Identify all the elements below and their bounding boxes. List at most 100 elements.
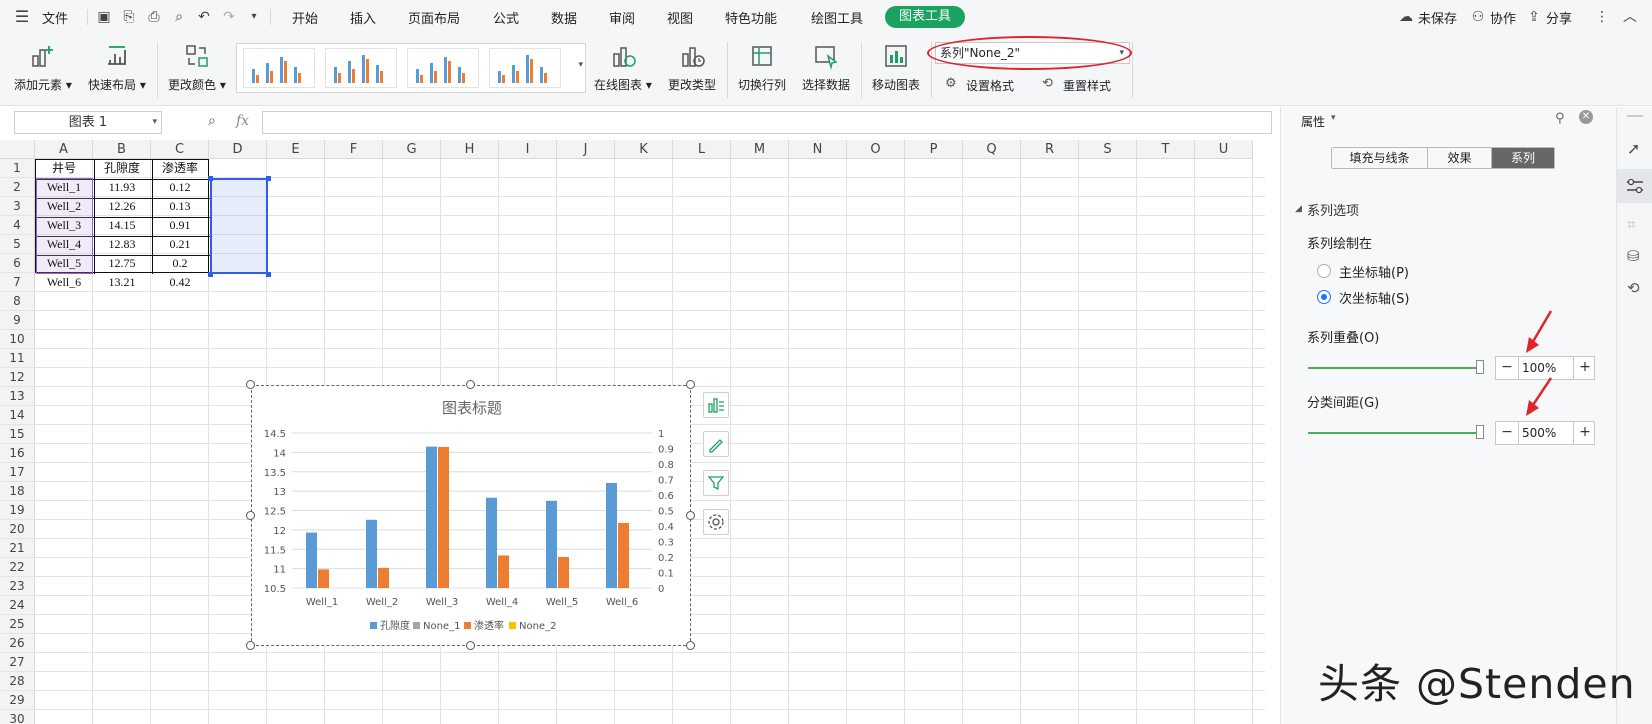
x-tick-label[interactable]: Well_1 xyxy=(306,597,338,608)
row-header-15[interactable]: 15 xyxy=(0,425,35,444)
table-cell[interactable]: 0.2 xyxy=(151,254,209,273)
pane-title[interactable]: 属性 xyxy=(1301,113,1325,130)
chart-object[interactable]: 图表标题 10.5 11 11.5 12 12.5 13 13.5 14 14.5 0 0.1 0.2 0… xyxy=(251,385,691,646)
table-cell[interactable]: 0.42 xyxy=(151,273,209,292)
overlap-slider-track[interactable] xyxy=(1308,367,1484,369)
chart-style-thumb-1[interactable] xyxy=(243,48,315,88)
column-header-e[interactable]: E xyxy=(267,140,325,159)
change-type-button[interactable]: 更改类型 xyxy=(668,42,716,93)
y2-tick-label[interactable]: 0.2 xyxy=(658,553,674,564)
table-cell[interactable]: 11.93 xyxy=(93,178,151,197)
tab-view[interactable]: 视图 xyxy=(667,8,693,27)
row-header-17[interactable]: 17 xyxy=(0,463,35,482)
column-header-h[interactable]: H xyxy=(441,140,499,159)
column-header-s[interactable]: S xyxy=(1079,140,1137,159)
row-header-24[interactable]: 24 xyxy=(0,596,35,615)
y2-tick-label[interactable]: 0.1 xyxy=(658,569,674,580)
properties-tool-active[interactable] xyxy=(1617,169,1652,203)
bar-permeability[interactable] xyxy=(438,446,449,588)
history-icon[interactable]: ⟲ xyxy=(1627,279,1640,297)
export-icon[interactable]: ⎘ xyxy=(121,9,137,25)
y2-tick-label[interactable]: 0.8 xyxy=(658,460,674,471)
legend-swatch[interactable] xyxy=(370,622,377,629)
tab-page-layout[interactable]: 页面布局 xyxy=(408,8,460,27)
reset-style-button[interactable]: 重置样式 xyxy=(1063,77,1111,94)
chevron-down-icon[interactable]: ▾ xyxy=(1331,113,1336,123)
resize-handle[interactable] xyxy=(246,511,255,520)
section-series-options[interactable]: 系列选项 xyxy=(1307,200,1359,219)
fx-icon[interactable]: fx xyxy=(236,113,249,129)
row-header-2[interactable]: 2 xyxy=(0,178,35,197)
tab-insert[interactable]: 插入 xyxy=(350,8,376,27)
column-header-r[interactable]: R xyxy=(1021,140,1079,159)
table-cell[interactable]: Well_3 xyxy=(35,216,93,235)
y2-tick-label[interactable]: 0.5 xyxy=(658,507,674,518)
increment-button[interactable]: + xyxy=(1574,357,1596,379)
row-header-5[interactable]: 5 xyxy=(0,235,35,254)
formula-input[interactable] xyxy=(262,111,1272,134)
row-header-28[interactable]: 28 xyxy=(0,672,35,691)
change-color-button[interactable]: 更改颜色 ▾ xyxy=(168,42,226,93)
y-tick-label[interactable]: 10.5 xyxy=(264,584,286,595)
resize-handle[interactable] xyxy=(466,380,475,389)
x-tick-label[interactable]: Well_4 xyxy=(486,597,518,608)
column-header-b[interactable]: B xyxy=(93,140,151,159)
print-icon[interactable]: ⎙ xyxy=(146,9,162,25)
row-header-13[interactable]: 13 xyxy=(0,387,35,406)
table-header-cell[interactable]: 井号 xyxy=(35,159,93,178)
primary-axis-label[interactable]: 主坐标轴(P) xyxy=(1339,262,1409,281)
tab-series[interactable]: 系列 xyxy=(1492,148,1554,168)
collab-button[interactable]: 协作 xyxy=(1490,8,1516,27)
table-cell[interactable]: 14.15 xyxy=(93,216,151,235)
y2-tick-label[interactable]: 0.3 xyxy=(658,538,674,549)
range-handle[interactable] xyxy=(266,272,271,277)
collapse-ribbon-icon[interactable]: ︿ xyxy=(1622,9,1638,25)
tab-home[interactable]: 开始 xyxy=(292,8,318,27)
y2-tick-label[interactable]: 0.4 xyxy=(658,522,674,533)
row-header-14[interactable]: 14 xyxy=(0,406,35,425)
bar-permeability[interactable] xyxy=(318,569,329,588)
overlap-slider-thumb[interactable] xyxy=(1476,360,1484,374)
table-cell[interactable]: 0.12 xyxy=(151,178,209,197)
row-header-6[interactable]: 6 xyxy=(0,254,35,273)
chart-style-thumb-2[interactable] xyxy=(325,48,397,88)
secondary-axis-label[interactable]: 次坐标轴(S) xyxy=(1339,288,1409,307)
resize-handle[interactable] xyxy=(686,641,695,650)
bar-porosity[interactable] xyxy=(546,500,557,588)
column-header-j[interactable]: J xyxy=(557,140,615,159)
undo-icon[interactable]: ↶ xyxy=(196,9,212,25)
bar-porosity[interactable] xyxy=(366,519,377,588)
row-header-20[interactable]: 20 xyxy=(0,520,35,539)
redo-icon[interactable]: ↷ xyxy=(221,9,237,25)
more-icon[interactable]: ⋮ xyxy=(1594,9,1610,25)
row-header-26[interactable]: 26 xyxy=(0,634,35,653)
bar-permeability[interactable] xyxy=(618,522,629,588)
gap-slider-track[interactable] xyxy=(1308,432,1484,434)
quick-layout-button[interactable]: 快速布局 ▾ xyxy=(88,42,146,93)
x-tick-label[interactable]: Well_3 xyxy=(426,597,458,608)
legend-entry[interactable]: 孔隙度 xyxy=(380,619,410,632)
bar-porosity[interactable] xyxy=(606,482,617,588)
crop-icon[interactable]: ⌗ xyxy=(1627,215,1635,233)
add-element-button[interactable]: 添加元素 ▾ xyxy=(14,42,72,93)
hamburger-menu-icon[interactable]: ☰ xyxy=(14,9,30,25)
close-icon[interactable]: ✕ xyxy=(1579,110,1593,124)
row-header-12[interactable]: 12 xyxy=(0,368,35,387)
row-header-18[interactable]: 18 xyxy=(0,482,35,501)
column-header-n[interactable]: N xyxy=(789,140,847,159)
x-tick-label[interactable]: Well_2 xyxy=(366,597,398,608)
column-header-d[interactable]: D xyxy=(209,140,267,159)
tab-formula[interactable]: 公式 xyxy=(493,8,519,27)
row-header-16[interactable]: 16 xyxy=(0,444,35,463)
chart-filter-button[interactable] xyxy=(703,470,729,496)
table-cell[interactable]: Well_6 xyxy=(35,273,93,292)
row-header-9[interactable]: 9 xyxy=(0,311,35,330)
decrement-button[interactable]: − xyxy=(1496,422,1518,444)
chart-style-thumb-4[interactable] xyxy=(489,48,561,88)
online-chart-button[interactable]: 在线图表 ▾ xyxy=(594,42,652,93)
tab-effects[interactable]: 效果 xyxy=(1428,148,1492,168)
y-tick-label[interactable]: 14 xyxy=(273,448,286,459)
chart-style-thumb-3[interactable] xyxy=(407,48,479,88)
tab-special-features[interactable]: 特色功能 xyxy=(725,8,777,27)
column-header-o[interactable]: O xyxy=(847,140,905,159)
